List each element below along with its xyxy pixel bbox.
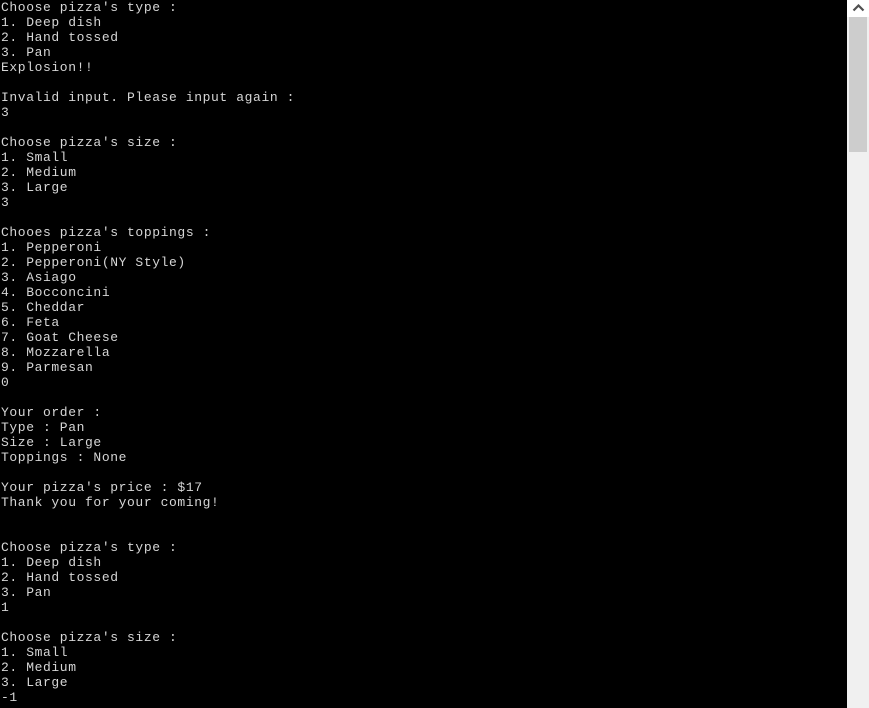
console-line: 3: [1, 195, 10, 210]
console-line: 3. Pan: [1, 585, 52, 600]
console-line: 3. Pan: [1, 45, 52, 60]
console-line: Thank you for your coming!: [1, 495, 220, 510]
console-line: 1: [1, 600, 10, 615]
console-line: 7. Goat Cheese: [1, 330, 119, 345]
scrollbar-thumb[interactable]: [849, 17, 867, 152]
console-line: 0: [1, 375, 10, 390]
vertical-scrollbar[interactable]: [846, 0, 869, 708]
console-line: 1. Small: [1, 150, 69, 165]
console-line: Type : Pan: [1, 420, 86, 435]
console-line: Choose pizza's type :: [1, 540, 178, 555]
console-line: Explosion!!: [1, 60, 94, 75]
console-line: 6. Feta: [1, 315, 60, 330]
console-line: Choose pizza's size :: [1, 135, 178, 150]
chevron-up-icon: [852, 4, 865, 13]
console-line: -1: [1, 690, 18, 705]
console-line: 1. Pepperoni: [1, 240, 102, 255]
console-line: 4. Bocconcini: [1, 285, 111, 300]
console-line: Your order :: [1, 405, 102, 420]
console-line: 2. Medium: [1, 165, 77, 180]
console-line: 1. Small: [1, 645, 69, 660]
console-line: 8. Mozzarella: [1, 345, 111, 360]
console-line: Choose pizza's size :: [1, 630, 178, 645]
console-line: 3. Large: [1, 180, 69, 195]
console-line: 3: [1, 105, 10, 120]
console-line: Toppings : None: [1, 450, 128, 465]
console-line: 2. Medium: [1, 660, 77, 675]
console-line: Size : Large: [1, 435, 102, 450]
console-line: 2. Hand tossed: [1, 30, 119, 45]
console-window: Choose pizza's type :1. Deep dish 2. Hand…: [0, 0, 869, 708]
console-line: Choose pizza's type :: [1, 0, 178, 15]
scrollbar-up-button[interactable]: [847, 0, 869, 17]
console-line: 9. Parmesan: [1, 360, 94, 375]
console-line: 3. Large: [1, 675, 69, 690]
console-line: 5. Cheddar: [1, 300, 86, 315]
console-line: 2. Hand tossed: [1, 570, 119, 585]
console-output-area[interactable]: Choose pizza's type :1. Deep dish 2. Hand…: [0, 0, 846, 708]
console-line: 2. Pepperoni(NY Style): [1, 255, 186, 270]
console-line: Chooes pizza's toppings :: [1, 225, 212, 240]
console-line: Invalid input. Please input again :: [1, 90, 296, 105]
console-line: 1. Deep dish: [1, 15, 102, 30]
console-line: 3. Asiago: [1, 270, 77, 285]
console-line: 1. Deep dish: [1, 555, 102, 570]
console-line: Your pizza's price : $17: [1, 480, 203, 495]
